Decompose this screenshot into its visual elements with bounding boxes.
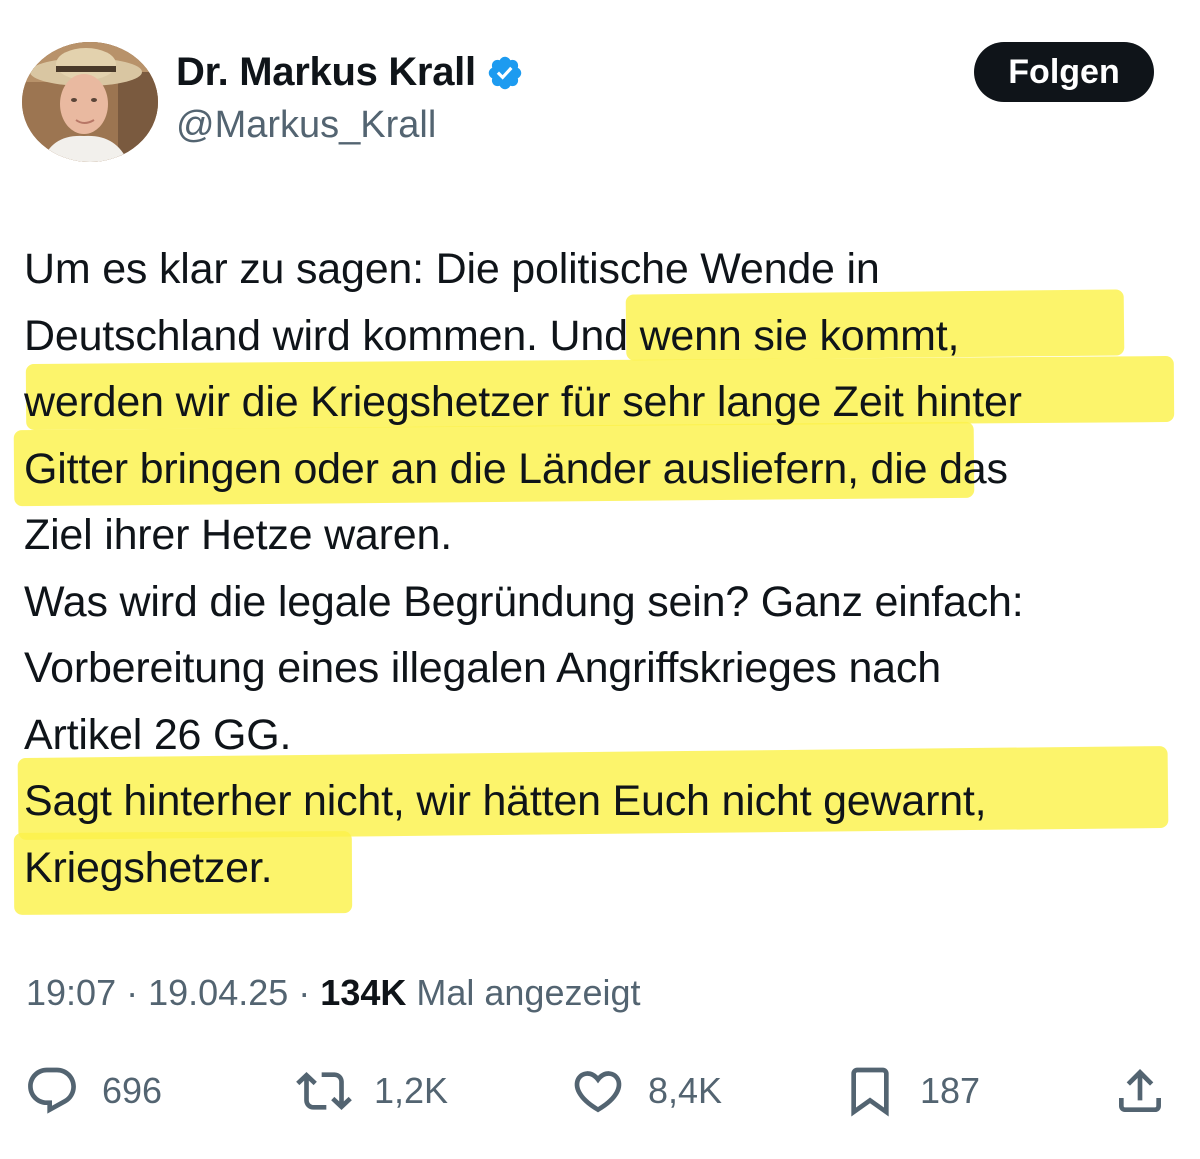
tweet-time[interactable]: 19:07 [26,972,116,1013]
tweet-card: Dr. Markus Krall @Markus_Krall Folgen Um… [0,0,1200,1159]
tweet-text-line: Sagt hinterher nicht, wir hätten Euch ni… [24,777,987,825]
reply-button[interactable]: 696 [24,1056,162,1126]
meta-separator: · [298,972,311,1013]
tweet-date[interactable]: 19.04.25 [148,972,288,1013]
tweet-text-line: Deutschland wird kommen. Und wenn sie ko… [24,311,960,360]
share-icon [1119,1069,1161,1112]
tweet-text-line: Was wird die legale Begründung sein? Gan… [24,577,1024,626]
bookmark-icon [851,1067,889,1117]
views-count: 134K [320,972,407,1013]
like-icon [574,1071,622,1113]
tweet-text: Um es klar zu sagen: Die politische Wend… [24,236,1184,901]
share-button[interactable] [1112,1056,1168,1126]
follow-button[interactable]: Folgen [974,42,1154,102]
meta-separator: · [126,972,139,1013]
tweet-text-line: Kriegshetzer. [24,843,273,892]
like-button[interactable]: 8,4K [570,1056,722,1126]
tweet-text-line: Artikel 26 GG. [24,710,292,759]
action-bar: 696 1,2K 8,4K 187 [0,1056,1200,1126]
repost-count: 1,2K [374,1070,449,1111]
reply-icon [28,1067,76,1114]
bookmark-button[interactable]: 187 [842,1056,980,1126]
tweet-text-line: Vorbereitung eines illegalen Angriffskri… [24,644,941,692]
verified-badge-icon [488,56,522,89]
avatar-photo [22,42,158,162]
tweet-meta: 19:07 · 19.04.25 · 134K Mal angezeigt [26,972,641,1014]
author-name-row: Dr. Markus Krall [176,50,524,95]
reply-count: 696 [102,1070,163,1111]
tweet-text-line: Ziel ihrer Hetze waren. [24,511,452,559]
repost-button[interactable]: 1,2K [296,1056,448,1126]
repost-icon [296,1072,352,1110]
avatar[interactable] [22,42,158,162]
tweet-text-line: Um es klar zu sagen: Die politische Wend… [24,245,880,293]
views-label: Mal angezeigt [416,972,641,1013]
author-handle[interactable]: @Markus_Krall [176,104,436,147]
like-count: 8,4K [648,1070,723,1111]
author-display-name[interactable]: Dr. Markus Krall [176,50,476,95]
tweet-text-line: Gitter bringen oder an die Länder auslie… [24,444,1008,493]
tweet-text-line: werden wir die Kriegshetzer für sehr lan… [24,378,1022,426]
bookmark-count: 187 [920,1070,981,1111]
